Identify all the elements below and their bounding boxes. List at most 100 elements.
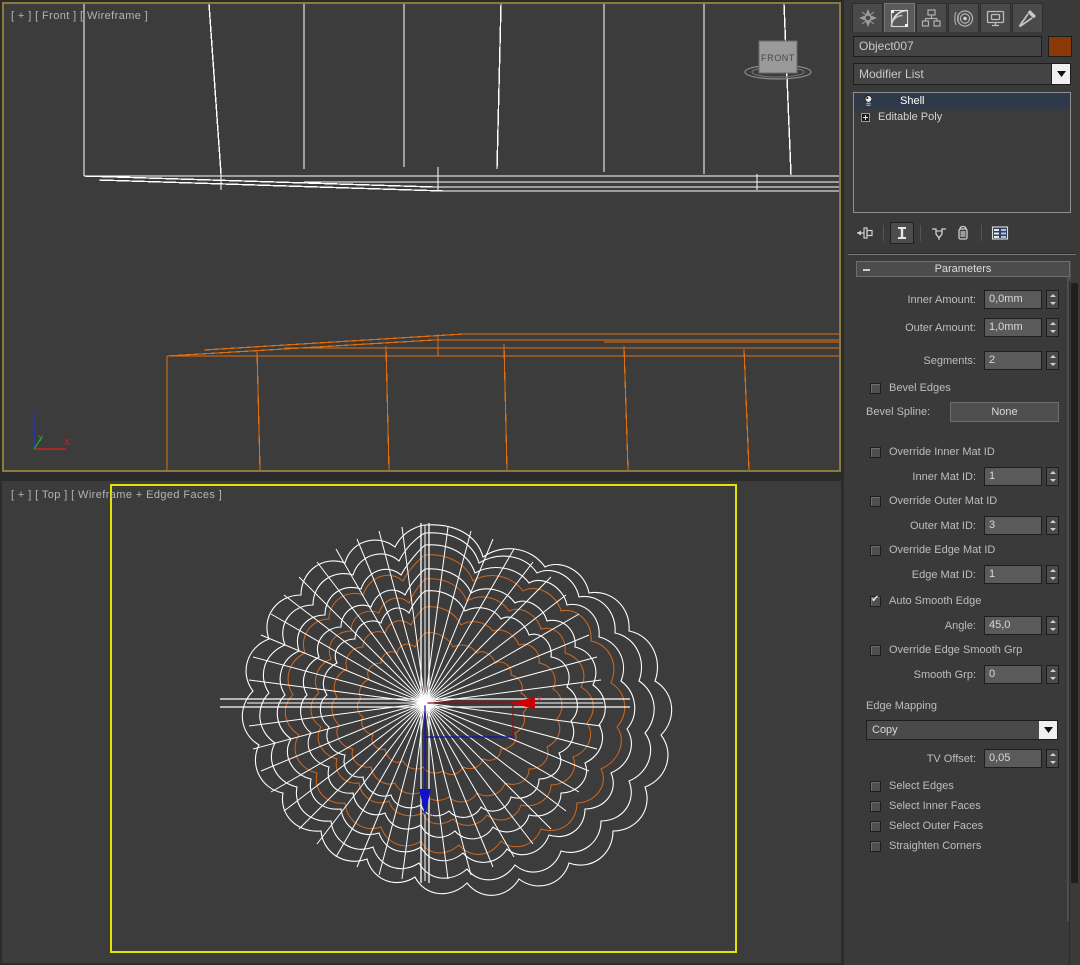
select-edges-checkbox-row[interactable]: Select Edges	[856, 780, 1070, 792]
auto-smooth-edge-checkbox[interactable]	[870, 596, 881, 607]
override-edge-mat-id-checkbox[interactable]	[870, 545, 881, 556]
modifier-list-dropdown[interactable]: Modifier List	[853, 63, 1071, 85]
smooth-grp-input[interactable]: 0	[984, 665, 1042, 684]
configure-modifier-sets-button[interactable]	[988, 222, 1012, 244]
tab-motion[interactable]	[948, 3, 979, 32]
select-outer-faces-checkbox-row[interactable]: Select Outer Faces	[856, 820, 1070, 832]
chevron-down-icon[interactable]	[1051, 64, 1070, 84]
override-outer-mat-id-label: Override Outer Mat ID	[889, 495, 997, 507]
parameters-rollout-header[interactable]: Parameters	[856, 261, 1070, 277]
outer-mat-id-row: Outer Mat ID: 3	[856, 516, 1070, 535]
inner-mat-id-spinner[interactable]	[1046, 467, 1059, 486]
select-inner-faces-label: Select Inner Faces	[889, 800, 981, 812]
inner-amount-spinner[interactable]	[1046, 290, 1059, 309]
tv-offset-input[interactable]: 0,05	[984, 749, 1042, 768]
outer-amount-input[interactable]: 1,0mm	[984, 318, 1042, 337]
select-inner-faces-checkbox[interactable]	[870, 801, 881, 812]
edge-mapping-dropdown[interactable]: Copy	[866, 720, 1058, 740]
override-edge-mat-id-checkbox-row[interactable]: Override Edge Mat ID	[856, 544, 1070, 556]
segments-spinner[interactable]	[1046, 351, 1059, 370]
show-end-result-icon	[894, 225, 910, 241]
viewport-top[interactable]: X Y [ + ] [ Top ] [ Wireframe + Edged Fa…	[2, 481, 841, 963]
tab-create[interactable]	[852, 3, 883, 32]
show-end-result-button[interactable]	[890, 222, 914, 244]
viewport-front-canvas[interactable]: FRONT X Y Z	[4, 4, 839, 470]
svg-text:Z: Z	[31, 410, 37, 420]
outer-mat-id-input[interactable]: 3	[984, 516, 1042, 535]
view-cube-face-label: FRONT	[761, 53, 795, 63]
pin-stack-button[interactable]	[853, 222, 877, 244]
modify-icon	[889, 8, 910, 29]
scrollbar-thumb[interactable]	[1071, 283, 1078, 883]
modifier-stack-item-editable-poly[interactable]: Editable Poly	[854, 109, 1070, 125]
tab-utilities[interactable]	[1012, 3, 1043, 32]
object-color-swatch[interactable]	[1048, 36, 1072, 57]
auto-smooth-edge-checkbox-row[interactable]: Auto Smooth Edge	[856, 595, 1070, 607]
smooth-grp-spinner[interactable]	[1046, 665, 1059, 684]
straighten-corners-checkbox[interactable]	[870, 841, 881, 852]
smooth-grp-label: Smooth Grp:	[856, 669, 976, 681]
outer-amount-spinner[interactable]	[1046, 318, 1059, 337]
override-edge-smooth-grp-checkbox-row[interactable]: Override Edge Smooth Grp	[856, 644, 1070, 656]
make-unique-button[interactable]	[927, 222, 951, 244]
tab-display[interactable]	[980, 3, 1011, 32]
plus-icon[interactable]	[861, 113, 870, 122]
segments-input[interactable]: 2	[984, 351, 1042, 370]
svg-text:X: X	[64, 437, 70, 447]
override-outer-mat-id-checkbox[interactable]	[870, 496, 881, 507]
modifier-stack-toolbar	[853, 221, 1071, 245]
tab-hierarchy[interactable]	[916, 3, 947, 32]
pin-stack-icon	[856, 225, 874, 241]
override-inner-mat-id-label: Override Inner Mat ID	[889, 446, 995, 458]
svg-text:X: X	[537, 696, 542, 703]
viewport-top-canvas[interactable]: X Y	[4, 483, 839, 961]
bevel-spline-button[interactable]: None	[950, 402, 1059, 422]
command-panel-scrollbar[interactable]	[1069, 281, 1079, 965]
viewport-front[interactable]: FRONT X Y Z [ + ] [ Front ] [ Wireframe …	[2, 2, 841, 472]
edge-mat-id-input[interactable]: 1	[984, 565, 1042, 584]
override-inner-mat-id-checkbox[interactable]	[870, 447, 881, 458]
select-outer-faces-checkbox[interactable]	[870, 821, 881, 832]
angle-row: Angle: 45,0	[856, 616, 1070, 635]
inner-amount-input[interactable]: 0,0mm	[984, 290, 1042, 309]
bevel-edges-checkbox[interactable]	[870, 383, 881, 394]
tv-offset-label: TV Offset:	[856, 753, 976, 765]
expand-toggle[interactable]	[860, 113, 876, 122]
chevron-down-icon[interactable]	[1039, 721, 1057, 739]
motion-icon	[953, 8, 974, 29]
edge-mat-id-spinner[interactable]	[1046, 565, 1059, 584]
bevel-edges-checkbox-row[interactable]: Bevel Edges	[856, 382, 1070, 394]
select-edges-label: Select Edges	[889, 780, 954, 792]
outer-mat-id-spinner[interactable]	[1046, 516, 1059, 535]
light-bulb-icon[interactable]	[860, 95, 876, 107]
override-edge-smooth-grp-checkbox[interactable]	[870, 645, 881, 656]
svg-text:Y: Y	[38, 434, 44, 443]
parameters-rollout: Parameters Inner Amount: 0,0mm Outer Amo…	[856, 261, 1070, 852]
remove-modifier-button[interactable]	[951, 222, 975, 244]
collapse-icon[interactable]	[863, 269, 870, 271]
override-outer-mat-id-checkbox-row[interactable]: Override Outer Mat ID	[856, 495, 1070, 507]
utilities-icon	[1017, 8, 1038, 29]
axis-tripod-front: X Y Z	[26, 409, 74, 457]
straighten-corners-label: Straighten Corners	[889, 840, 981, 852]
object-name-field[interactable]: Object007	[853, 36, 1042, 57]
make-unique-icon	[930, 225, 948, 241]
tv-offset-row: TV Offset: 0,05	[856, 749, 1070, 768]
tab-modify[interactable]	[884, 3, 915, 32]
angle-spinner[interactable]	[1046, 616, 1059, 635]
select-inner-faces-checkbox-row[interactable]: Select Inner Faces	[856, 800, 1070, 812]
modifier-stack-item-shell[interactable]: Shell	[854, 93, 1070, 109]
angle-input[interactable]: 45,0	[984, 616, 1042, 635]
inner-amount-row: Inner Amount: 0,0mm	[856, 290, 1070, 309]
override-inner-mat-id-checkbox-row[interactable]: Override Inner Mat ID	[856, 446, 1070, 458]
tv-offset-spinner[interactable]	[1046, 749, 1059, 768]
modifier-stack-list[interactable]: Shell Editable Poly	[853, 92, 1071, 213]
outer-amount-label: Outer Amount:	[856, 322, 976, 334]
viewport-area: FRONT X Y Z [ + ] [ Front ] [ Wireframe …	[0, 0, 843, 965]
straighten-corners-checkbox-row[interactable]: Straighten Corners	[856, 840, 1070, 852]
select-edges-checkbox[interactable]	[870, 781, 881, 792]
view-cube[interactable]: FRONT	[741, 24, 815, 94]
inner-mat-id-input[interactable]: 1	[984, 467, 1042, 486]
toolbar-separator	[883, 225, 884, 241]
object-name-row: Object007	[844, 32, 1080, 57]
